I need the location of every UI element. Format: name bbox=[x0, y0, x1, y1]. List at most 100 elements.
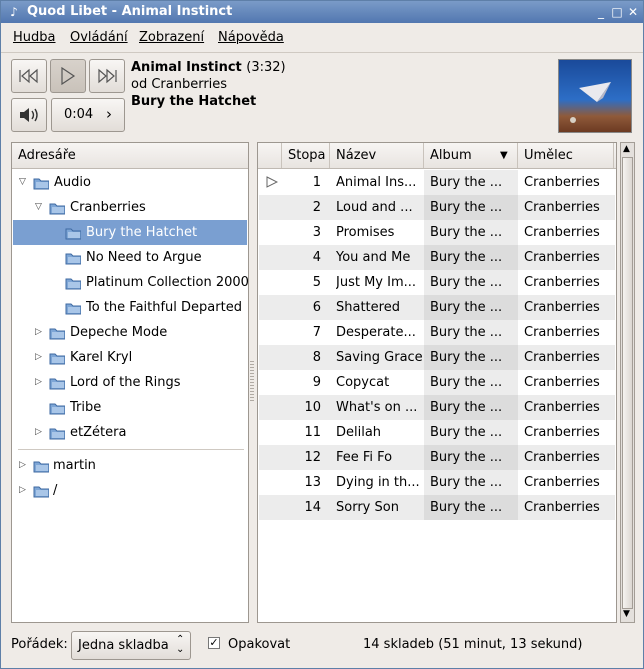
repeat-label[interactable]: Opakovat bbox=[228, 637, 290, 652]
song-row[interactable]: 10 What's on ... Bury the ... Cranberries bbox=[259, 395, 615, 420]
expander-closed-icon[interactable]: ▷ bbox=[35, 378, 44, 387]
column-umelec[interactable]: Umělec bbox=[518, 143, 614, 168]
song-album-cell: Bury the ... bbox=[430, 200, 503, 215]
song-scrollbar[interactable]: ▲ ▼ bbox=[620, 142, 635, 623]
song-list-header: Stopa Název Album ▼ Umělec bbox=[258, 143, 616, 169]
expander-closed-icon[interactable]: ▷ bbox=[35, 353, 44, 362]
song-row[interactable]: 7 Desperate... Bury the ... Cranberries bbox=[259, 320, 615, 345]
song-row[interactable]: 13 Dying in th... Bury the ... Cranberries bbox=[259, 470, 615, 495]
song-row[interactable]: 12 Fee Fi Fo Bury the ... Cranberries bbox=[259, 445, 615, 470]
expander-closed-icon[interactable]: ▷ bbox=[35, 328, 44, 337]
folder-icon bbox=[49, 403, 65, 415]
folder-item[interactable]: ▷ / bbox=[13, 478, 247, 503]
song-track: 9 bbox=[312, 375, 321, 390]
expander-closed-icon[interactable]: ▷ bbox=[19, 461, 28, 470]
folder-icon bbox=[49, 428, 65, 440]
expander-closed-icon[interactable]: ▷ bbox=[35, 428, 44, 437]
folder-item-label: No Need to Argue bbox=[86, 250, 202, 265]
chevron-right-icon: › bbox=[106, 105, 112, 123]
song-artist-cell: Cranberries bbox=[524, 450, 600, 465]
folder-item[interactable]: To the Faithful Departed bbox=[13, 295, 247, 320]
scroll-down-icon[interactable]: ▼ bbox=[623, 609, 630, 619]
column-album[interactable]: Album ▼ bbox=[424, 143, 518, 168]
folder-header[interactable]: Adresáře bbox=[12, 143, 248, 169]
album-cover[interactable] bbox=[558, 59, 632, 133]
song-row[interactable]: 4 You and Me Bury the ... Cranberries bbox=[259, 245, 615, 270]
menu-napoveda[interactable]: Nápověda bbox=[218, 30, 284, 45]
folder-item[interactable]: ▷ Depeche Mode bbox=[13, 320, 247, 345]
title-bar[interactable]: ♪ Quod Libet - Animal Instinct _ □ ✕ bbox=[1, 1, 643, 23]
song-row[interactable]: 3 Promises Bury the ... Cranberries bbox=[259, 220, 615, 245]
song-row[interactable]: 9 Copycat Bury the ... Cranberries bbox=[259, 370, 615, 395]
menu-ovladani[interactable]: Ovládání bbox=[70, 30, 128, 45]
song-length: (3:32) bbox=[246, 60, 286, 75]
close-icon[interactable]: ✕ bbox=[625, 4, 641, 20]
column-playing[interactable] bbox=[258, 143, 282, 168]
song-row[interactable]: 5 Just My Im... Bury the ... Cranberries bbox=[259, 270, 615, 295]
song-title-cell: Animal Ins... bbox=[336, 175, 417, 190]
repeat-checkbox[interactable]: ✓ bbox=[208, 637, 220, 649]
song-album-cell: Bury the ... bbox=[430, 225, 503, 240]
song-row[interactable]: 2 Loud and ... Bury the ... Cranberries bbox=[259, 195, 615, 220]
song-artist-cell: Cranberries bbox=[524, 475, 600, 490]
song-album-cell: Bury the ... bbox=[430, 425, 503, 440]
column-nazev[interactable]: Název bbox=[330, 143, 424, 168]
song-artist-cell: Cranberries bbox=[524, 500, 600, 515]
folder-icon bbox=[65, 228, 81, 240]
song-artist-cell: Cranberries bbox=[524, 325, 600, 340]
menu-hudba[interactable]: Hudba bbox=[13, 30, 56, 45]
song-album-cell: Bury the ... bbox=[430, 450, 503, 465]
folder-item[interactable]: ▷ Lord of the Rings bbox=[13, 370, 247, 395]
song-track: 4 bbox=[312, 250, 321, 265]
expander-open-icon[interactable]: ▽ bbox=[19, 178, 28, 187]
song-album-cell: Bury the ... bbox=[430, 375, 503, 390]
folder-item[interactable]: Bury the Hatchet bbox=[13, 220, 247, 245]
pane-splitter[interactable] bbox=[250, 361, 254, 401]
song-panel: Stopa Název Album ▼ Umělec 1 Animal Ins..… bbox=[257, 142, 617, 623]
next-button[interactable] bbox=[89, 59, 125, 93]
previous-button[interactable] bbox=[11, 59, 47, 93]
folder-separator bbox=[18, 449, 244, 450]
volume-button[interactable] bbox=[11, 98, 47, 132]
song-row[interactable]: 1 Animal Ins... Bury the ... Cranberries bbox=[259, 170, 615, 195]
folder-item[interactable]: ▽ Cranberries bbox=[13, 195, 247, 220]
expander-closed-icon[interactable]: ▷ bbox=[19, 486, 28, 495]
expander-open-icon[interactable]: ▽ bbox=[35, 203, 44, 212]
maximize-icon[interactable]: □ bbox=[609, 4, 625, 20]
song-row[interactable]: 8 Saving Grace Bury the ... Cranberries bbox=[259, 345, 615, 370]
folder-item[interactable]: ▷ martin bbox=[13, 453, 247, 478]
folder-icon bbox=[65, 278, 81, 290]
folder-item-label: Depeche Mode bbox=[70, 325, 168, 340]
menu-zobrazeni[interactable]: Zobrazení bbox=[139, 30, 204, 45]
song-album: Bury the Hatchet bbox=[131, 94, 257, 109]
folder-item[interactable]: ▷ etZétera bbox=[13, 420, 247, 445]
scroll-thumb[interactable] bbox=[622, 157, 633, 609]
song-row[interactable]: 6 Shattered Bury the ... Cranberries bbox=[259, 295, 615, 320]
folder-panel: Adresáře ▽ Audio ▽ Cranberries Bury the Hatc… bbox=[11, 142, 249, 623]
folder-item[interactable]: ▷ Karel Kryl bbox=[13, 345, 247, 370]
minimize-icon[interactable]: _ bbox=[593, 4, 609, 20]
column-stopa[interactable]: Stopa bbox=[282, 143, 330, 168]
status-text: 14 skladeb (51 minut, 13 sekund) bbox=[363, 637, 583, 652]
song-artist-cell: Cranberries bbox=[524, 175, 600, 190]
folder-item[interactable]: Tribe bbox=[13, 395, 247, 420]
play-button[interactable] bbox=[50, 59, 86, 93]
song-title-text: Animal Instinct bbox=[131, 60, 242, 75]
folder-icon bbox=[49, 328, 65, 340]
song-row[interactable]: 11 Delilah Bury the ... Cranberries bbox=[259, 420, 615, 445]
song-track: 1 bbox=[312, 175, 321, 190]
folder-item[interactable]: ▽ Audio bbox=[13, 170, 247, 195]
song-album-cell: Bury the ... bbox=[430, 475, 503, 490]
folder-item-label: Audio bbox=[54, 175, 91, 190]
window-title: Quod Libet - Animal Instinct bbox=[27, 4, 233, 19]
song-artist-cell: Cranberries bbox=[524, 225, 600, 240]
song-row[interactable]: 14 Sorry Son Bury the ... Cranberries bbox=[259, 495, 615, 520]
song-title: Animal Instinct (3:32) bbox=[131, 60, 286, 75]
scroll-up-icon[interactable]: ▲ bbox=[623, 144, 630, 154]
position-button[interactable]: 0:04 › bbox=[51, 98, 125, 132]
folder-item[interactable]: Platinum Collection 2000 bbox=[13, 270, 249, 295]
folder-item[interactable]: No Need to Argue bbox=[13, 245, 247, 270]
app-icon[interactable]: ♪ bbox=[6, 4, 22, 20]
play-icon bbox=[61, 67, 76, 85]
order-select[interactable]: Jedna skladba ⌃ ⌄ bbox=[71, 631, 191, 660]
